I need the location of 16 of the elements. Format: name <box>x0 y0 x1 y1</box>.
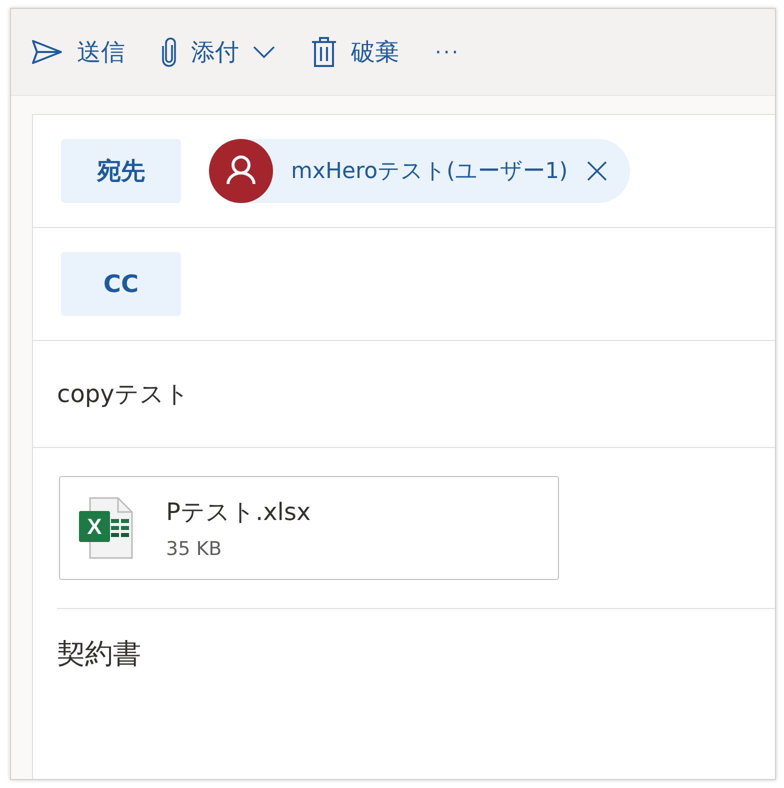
send-button[interactable]: 送信 <box>31 36 125 68</box>
discard-button[interactable]: 破棄 <box>311 36 399 68</box>
attachment-card[interactable]: X Pテスト.xlsx 35 KB <box>59 476 559 580</box>
trash-icon <box>311 36 337 68</box>
chevron-down-icon <box>253 46 275 58</box>
close-icon[interactable] <box>586 160 608 182</box>
file-size: 35 KB <box>166 538 223 560</box>
more-button[interactable]: ··· <box>435 40 460 64</box>
paperclip-icon <box>161 37 177 67</box>
file-name: Pテスト.xlsx <box>166 497 311 528</box>
to-button[interactable]: 宛先 <box>61 139 181 203</box>
message-body: 契約書 <box>57 637 141 670</box>
recipient-chip[interactable]: mxHeroテスト(ユーザー1) <box>209 139 630 203</box>
attach-button[interactable]: 添付 <box>161 36 275 68</box>
send-icon <box>31 39 63 65</box>
cc-button[interactable]: CC <box>61 252 181 316</box>
